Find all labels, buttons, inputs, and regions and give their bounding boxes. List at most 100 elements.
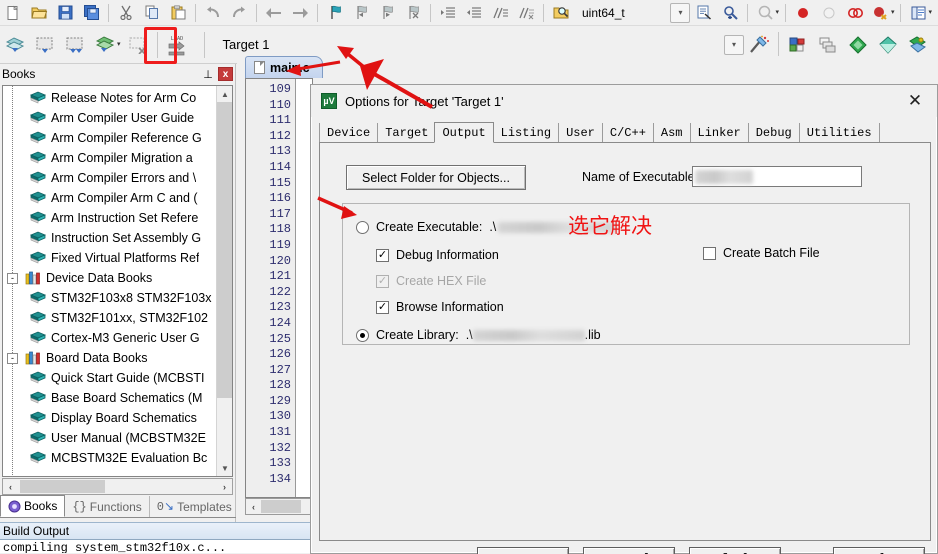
browse-information-checkbox[interactable]: ✓ [376, 300, 389, 314]
tab-functions[interactable]: {} Functions [65, 496, 150, 517]
books-tree-item[interactable]: Release Notes for Arm Co [3, 88, 217, 108]
dialog-tab-asm[interactable]: Asm [652, 123, 690, 142]
save-all-icon[interactable] [79, 2, 103, 24]
save-icon[interactable] [53, 2, 77, 24]
scroll-thumb[interactable] [217, 102, 232, 398]
tree-expander-icon[interactable]: - [7, 352, 18, 364]
scroll-right-arrow-icon[interactable]: › [217, 479, 232, 494]
debug-information-checkbox[interactable]: ✓ [376, 248, 389, 262]
browse-information-row[interactable]: ✓ Browse Information [376, 300, 504, 314]
target-options-icon[interactable] [745, 30, 773, 60]
cancel-button[interactable]: Cancel [583, 547, 675, 554]
books-tree-item[interactable]: Arm Compiler Reference G [3, 128, 217, 148]
comment-icon[interactable] [488, 2, 512, 24]
books-tree-item[interactable]: Arm Compiler User Guide [3, 108, 217, 128]
rebuild-icon[interactable] [61, 30, 89, 60]
pack-installer-icon[interactable] [844, 30, 872, 60]
ok-button[interactable]: OK [477, 547, 569, 554]
scroll-left-arrow-icon[interactable]: ‹ [3, 479, 18, 494]
books-tree-item[interactable]: Arm Compiler Migration a [3, 148, 217, 168]
navigate-forward-icon[interactable] [288, 2, 312, 24]
debug-information-row[interactable]: ✓ Debug Information [376, 248, 499, 262]
books-tree-item[interactable]: Instruction Set Assembly G [3, 228, 217, 248]
paste-icon[interactable] [166, 2, 190, 24]
project-window-icon[interactable] [906, 2, 930, 24]
redo-icon[interactable] [227, 2, 251, 24]
create-batch-file-checkbox[interactable] [703, 246, 716, 260]
books-tree-item[interactable]: Display Board Schematics [3, 408, 217, 428]
tree-expander-icon[interactable]: - [7, 272, 18, 284]
bookmark-next-icon[interactable] [375, 2, 399, 24]
create-library-radio-row[interactable]: Create Library: .\ .lib [356, 328, 601, 342]
books-tree-group[interactable]: - Board Data Books [3, 348, 217, 368]
select-folder-for-objects-button[interactable]: Select Folder for Objects... [346, 165, 526, 190]
create-executable-radio[interactable] [356, 220, 369, 234]
translate-file-icon[interactable] [1, 30, 29, 60]
scroll-up-arrow-icon[interactable]: ▲ [217, 86, 232, 102]
stop-build-icon[interactable] [124, 30, 152, 60]
create-library-radio[interactable] [356, 328, 369, 342]
dialog-tab-utilities[interactable]: Utilities [798, 123, 880, 142]
dialog-tab-linker[interactable]: Linker [689, 123, 748, 142]
bookmark-toggle-icon[interactable] [323, 2, 347, 24]
books-tree-horizontal-scrollbar[interactable]: ‹ › [2, 478, 233, 495]
help-button[interactable]: Help [833, 547, 925, 554]
scroll-thumb-horizontal[interactable] [20, 480, 105, 493]
browse-symbol-icon[interactable] [692, 2, 716, 24]
target-dropdown-button[interactable]: ▾ [724, 34, 744, 55]
tab-templates[interactable]: 0↘ Templates [150, 496, 240, 517]
open-file-icon[interactable] [27, 2, 51, 24]
build-icon[interactable] [31, 30, 59, 60]
symbol-combo[interactable]: uint64_t [578, 2, 631, 24]
breakpoint-kill-all-icon[interactable] [869, 2, 893, 24]
close-icon[interactable]: ✕ [893, 86, 937, 117]
load-icon[interactable]: LOAD [163, 30, 191, 60]
dialog-tab-debug[interactable]: Debug [747, 123, 799, 142]
new-file-icon[interactable] [1, 2, 25, 24]
books-tree-item[interactable]: Arm Compiler Errors and \ [3, 168, 217, 188]
books-tree-item[interactable]: User Manual (MCBSTM32E [3, 428, 217, 448]
scroll-down-arrow-icon[interactable]: ▼ [217, 460, 232, 476]
editor-text-area[interactable]: 109 110 111 112 113 114 115 116 117 118 119 120 121 1… [245, 78, 313, 498]
find-in-files-icon[interactable] [549, 2, 573, 24]
editor-horizontal-scrollbar[interactable]: ‹ [245, 498, 313, 515]
symbol-dropdown-button[interactable]: ▾ [670, 2, 691, 23]
books-tree-item[interactable]: Arm Compiler Arm C and ( [3, 188, 217, 208]
name-of-executable-input[interactable] [692, 166, 862, 187]
books-tree-item[interactable]: STM32F101xx, STM32F102 [3, 308, 217, 328]
defaults-button[interactable]: Defaults [689, 547, 781, 554]
uncomment-icon[interactable] [514, 2, 538, 24]
dialog-tab-device[interactable]: Device [319, 123, 377, 142]
multi-project-icon[interactable] [814, 30, 842, 60]
books-tree-vertical-scrollbar[interactable]: ▲ ▼ [216, 86, 232, 476]
breakpoint-disable-all-icon[interactable] [843, 2, 867, 24]
books-tree-item[interactable]: Arm Instruction Set Refere [3, 208, 217, 228]
configure-icon[interactable] [904, 30, 932, 60]
breakpoint-insert-icon[interactable] [791, 2, 815, 24]
navigate-back-icon[interactable] [262, 2, 286, 24]
create-batch-file-row[interactable]: Create Batch File [703, 246, 820, 260]
manage-project-items-icon[interactable] [784, 30, 812, 60]
books-tree-item[interactable]: Quick Start Guide (MCBSTI [3, 368, 217, 388]
books-tree-group[interactable]: - Device Data Books [3, 268, 217, 288]
batch-build-icon[interactable] [91, 30, 119, 60]
close-icon[interactable]: x [218, 67, 233, 81]
cut-icon[interactable] [114, 2, 138, 24]
books-tree-item[interactable]: Fixed Virtual Platforms Ref [3, 248, 217, 268]
dialog-tab-c-c[interactable]: C/C++ [601, 123, 653, 142]
breakpoint-disable-icon[interactable] [817, 2, 841, 24]
books-tree-item[interactable]: STM32F103x8 STM32F103x [3, 288, 217, 308]
outdent-icon[interactable] [462, 2, 486, 24]
target-selector[interactable]: Target 1 [217, 34, 276, 56]
tab-books[interactable]: Books [0, 495, 66, 517]
bookmark-prev-icon[interactable] [349, 2, 373, 24]
books-tree-item[interactable]: MCBSTM32E Evaluation Bc [3, 448, 217, 468]
books-tree-item[interactable]: Cortex-M3 Generic User G [3, 328, 217, 348]
dialog-tab-user[interactable]: User [558, 123, 602, 142]
editor-tab-main-c[interactable]: main.c [245, 56, 323, 78]
bookmark-clear-icon[interactable] [401, 2, 425, 24]
pin-icon[interactable]: ⊥ [200, 66, 216, 82]
run-utility-icon[interactable] [874, 30, 902, 60]
editor-scroll-left-arrow-icon[interactable]: ‹ [246, 499, 261, 514]
dialog-tab-listing[interactable]: Listing [492, 123, 558, 142]
